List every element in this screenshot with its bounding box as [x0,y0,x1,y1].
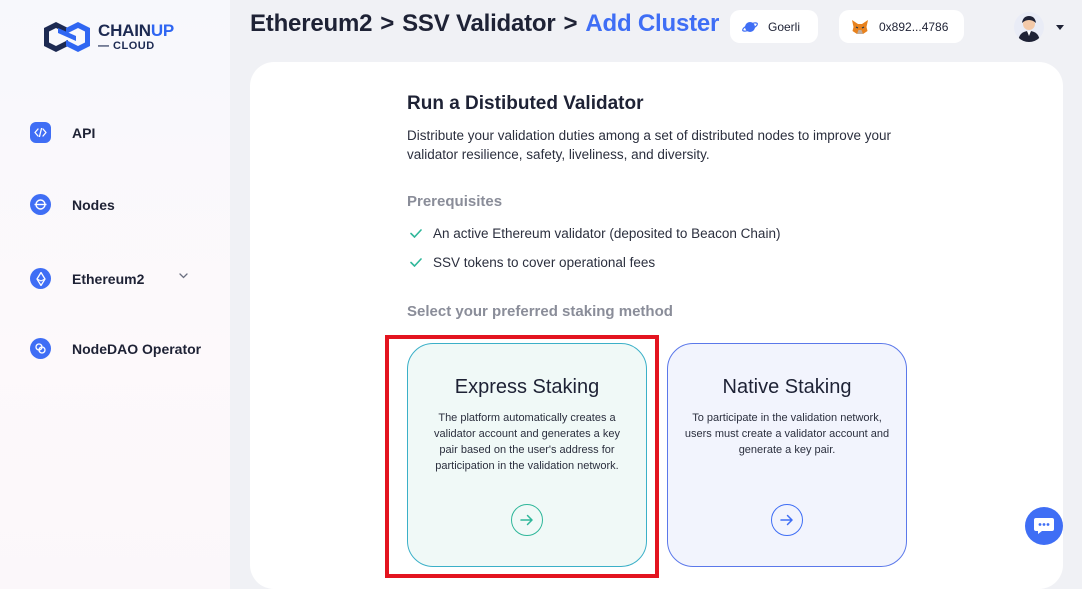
sidebar-item-label: NodeDAO Operator [72,340,202,357]
prerequisite-text: SSV tokens to cover operational fees [433,255,656,270]
planet-icon [742,21,758,32]
breadcrumb-item-ethereum2[interactable]: Ethereum2 [250,10,372,37]
main-card: Run a Distibuted Validator Distribute yo… [250,62,1063,589]
option-description: The platform automatically creates a val… [434,412,620,472]
option-title: Native Staking [722,376,852,398]
chevron-down-icon[interactable] [178,270,189,281]
avatar[interactable] [1014,12,1044,42]
option-description: To participate in the validation network… [684,412,890,456]
breadcrumb-item-add-cluster: Add Cluster [585,10,720,37]
chainup-logo-icon [44,22,90,52]
option-title: Express Staking [454,376,600,398]
page-title: Run a Distibuted Validator [407,93,644,114]
brand-name-part2: UP [150,21,175,40]
native-staking-card[interactable]: Native Staking To participate in the val… [667,343,907,567]
breadcrumb: Ethereum2 > SSV Validator > Add Cluster [250,10,719,38]
breadcrumb-separator: > [380,10,395,37]
page-description: Distribute your validation duties among … [407,128,892,162]
wallet-button[interactable]: 0x892...4786 [839,10,964,43]
breadcrumb-separator: > [563,10,578,37]
user-avatar-icon [1018,16,1040,42]
arrow-right-icon [520,514,533,526]
sidebar-item-api[interactable]: API [30,122,95,143]
chainup-cloud-logo[interactable]: CHAINUP — CLOUD [40,20,174,54]
chat-support-button[interactable] [1025,507,1063,545]
prerequisite-item: SSV tokens to cover operational fees [410,255,655,270]
sidebar-item-label: Nodes [72,196,115,213]
express-staking-arrow-button[interactable] [511,504,543,536]
sidebar: CHAINUP — CLOUD API Nodes Ethereum2 Node… [0,0,230,589]
sidebar-item-ethereum2[interactable]: Ethereum2 [30,268,188,289]
sidebar-item-nodedao-operator[interactable]: NodeDAO Operator [30,338,201,359]
brand-sub: — CLOUD [98,40,155,52]
brand-name-part1: CHAIN [98,21,151,40]
link-icon [30,338,51,359]
nodes-icon [30,194,51,215]
sidebar-item-label: API [72,124,96,141]
prerequisite-text: An active Ethereum validator (deposited … [433,226,781,241]
sidebar-item-nodes[interactable]: Nodes [30,194,115,215]
check-icon [410,229,422,238]
metamask-fox-icon [852,19,868,34]
chat-bubble-icon [1034,518,1054,534]
native-staking-arrow-button[interactable] [771,504,803,536]
network-label: Goerli [768,19,801,34]
caret-down-icon[interactable] [1056,25,1064,30]
network-selector[interactable]: Goerli [730,10,818,43]
sidebar-item-label: Ethereum2 [72,270,145,287]
wallet-address: 0x892...4786 [879,19,949,34]
staking-method-heading: Select your preferred staking method [407,303,673,320]
check-icon [410,258,422,267]
prerequisites-heading: Prerequisites [407,193,503,210]
breadcrumb-item-ssv-validator[interactable]: SSV Validator [402,10,556,37]
express-staking-card[interactable]: Express Staking The platform automatical… [407,343,647,567]
prerequisite-item: An active Ethereum validator (deposited … [410,226,780,241]
code-icon [30,122,51,143]
ethereum-icon [30,268,51,289]
arrow-right-icon [780,514,793,526]
main-area: Ethereum2 > SSV Validator > Add Cluster Goer… [230,0,1082,589]
